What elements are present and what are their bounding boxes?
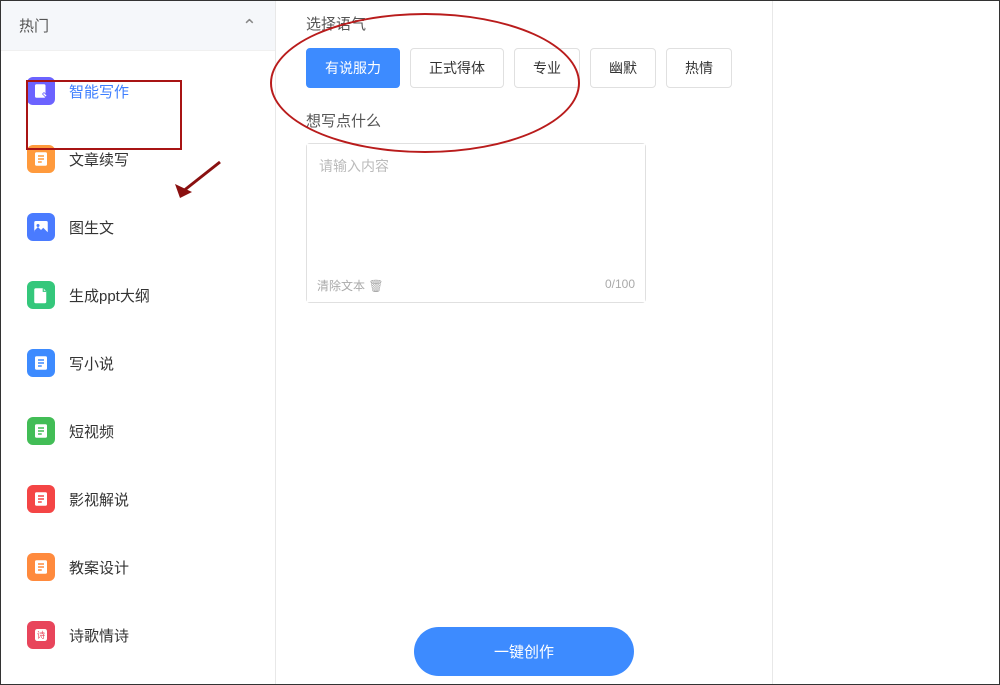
main-panel: 选择语气 有说服力 正式得体 专业 幽默 热情 想写点什么 清除文本 🗑 0/1… — [276, 1, 773, 684]
doc-lines-icon — [27, 145, 55, 173]
tone-label: 选择语气 — [306, 13, 748, 34]
char-counter: 0/100 — [605, 277, 635, 294]
tone-chip-formal[interactable]: 正式得体 — [410, 48, 504, 88]
tone-chips: 有说服力 正式得体 专业 幽默 热情 — [306, 48, 748, 88]
sidebar-item-image-to-text[interactable]: 图生文 — [15, 199, 261, 255]
clear-text-button[interactable]: 清除文本 🗑 — [317, 277, 384, 294]
sidebar-item-article-continue[interactable]: 文章续写 — [15, 131, 261, 187]
sidebar-item-ppt-outline[interactable]: 生成ppt大纲 — [15, 267, 261, 323]
svg-text:诗: 诗 — [37, 630, 45, 640]
doc-lines-icon — [27, 485, 55, 513]
sidebar-item-short-video[interactable]: 短视频 — [15, 403, 261, 459]
doc-lines-icon — [27, 553, 55, 581]
doc-edit-icon — [27, 77, 55, 105]
doc-lines-icon — [27, 349, 55, 377]
sidebar-item-novel[interactable]: 写小说 — [15, 335, 261, 391]
sidebar-item-label: 写小说 — [69, 353, 114, 374]
doc-icon — [27, 281, 55, 309]
menu-list: 智能写作 文章续写 图生文 生成ppt大纲 — [1, 63, 275, 663]
sidebar-item-movie-commentary[interactable]: 影视解说 — [15, 471, 261, 527]
sidebar-item-smart-writing[interactable]: 智能写作 — [15, 63, 261, 119]
sidebar-item-label: 诗歌情诗 — [69, 625, 129, 646]
sidebar: 热门 ⌃ 智能写作 文章续写 图生文 — [1, 1, 276, 684]
sidebar-item-label: 图生文 — [69, 217, 114, 238]
textarea-footer: 清除文本 🗑 0/100 — [317, 277, 635, 294]
tone-chip-passionate[interactable]: 热情 — [666, 48, 732, 88]
section-title: 热门 — [19, 15, 49, 36]
chevron-up-icon: ⌃ — [242, 17, 257, 35]
poem-icon: 诗 — [27, 621, 55, 649]
right-panel — [773, 1, 999, 684]
write-label: 想写点什么 — [306, 110, 748, 131]
doc-lines-icon — [27, 417, 55, 445]
tone-chip-professional[interactable]: 专业 — [514, 48, 580, 88]
sidebar-item-label: 影视解说 — [69, 489, 129, 510]
tone-chip-humor[interactable]: 幽默 — [590, 48, 656, 88]
sidebar-item-poetry[interactable]: 诗 诗歌情诗 — [15, 607, 261, 663]
sidebar-item-lesson-plan[interactable]: 教案设计 — [15, 539, 261, 595]
create-button[interactable]: 一键创作 — [414, 627, 634, 676]
sidebar-item-label: 短视频 — [69, 421, 114, 442]
image-icon — [27, 213, 55, 241]
tone-chip-persuasive[interactable]: 有说服力 — [306, 48, 400, 88]
sidebar-item-label: 教案设计 — [69, 557, 129, 578]
sidebar-item-label: 文章续写 — [69, 149, 129, 170]
section-header-popular[interactable]: 热门 ⌃ — [1, 1, 275, 51]
sidebar-item-label: 智能写作 — [69, 81, 129, 102]
sidebar-item-label: 生成ppt大纲 — [69, 285, 150, 306]
content-textarea-wrap: 清除文本 🗑 0/100 — [306, 143, 646, 303]
